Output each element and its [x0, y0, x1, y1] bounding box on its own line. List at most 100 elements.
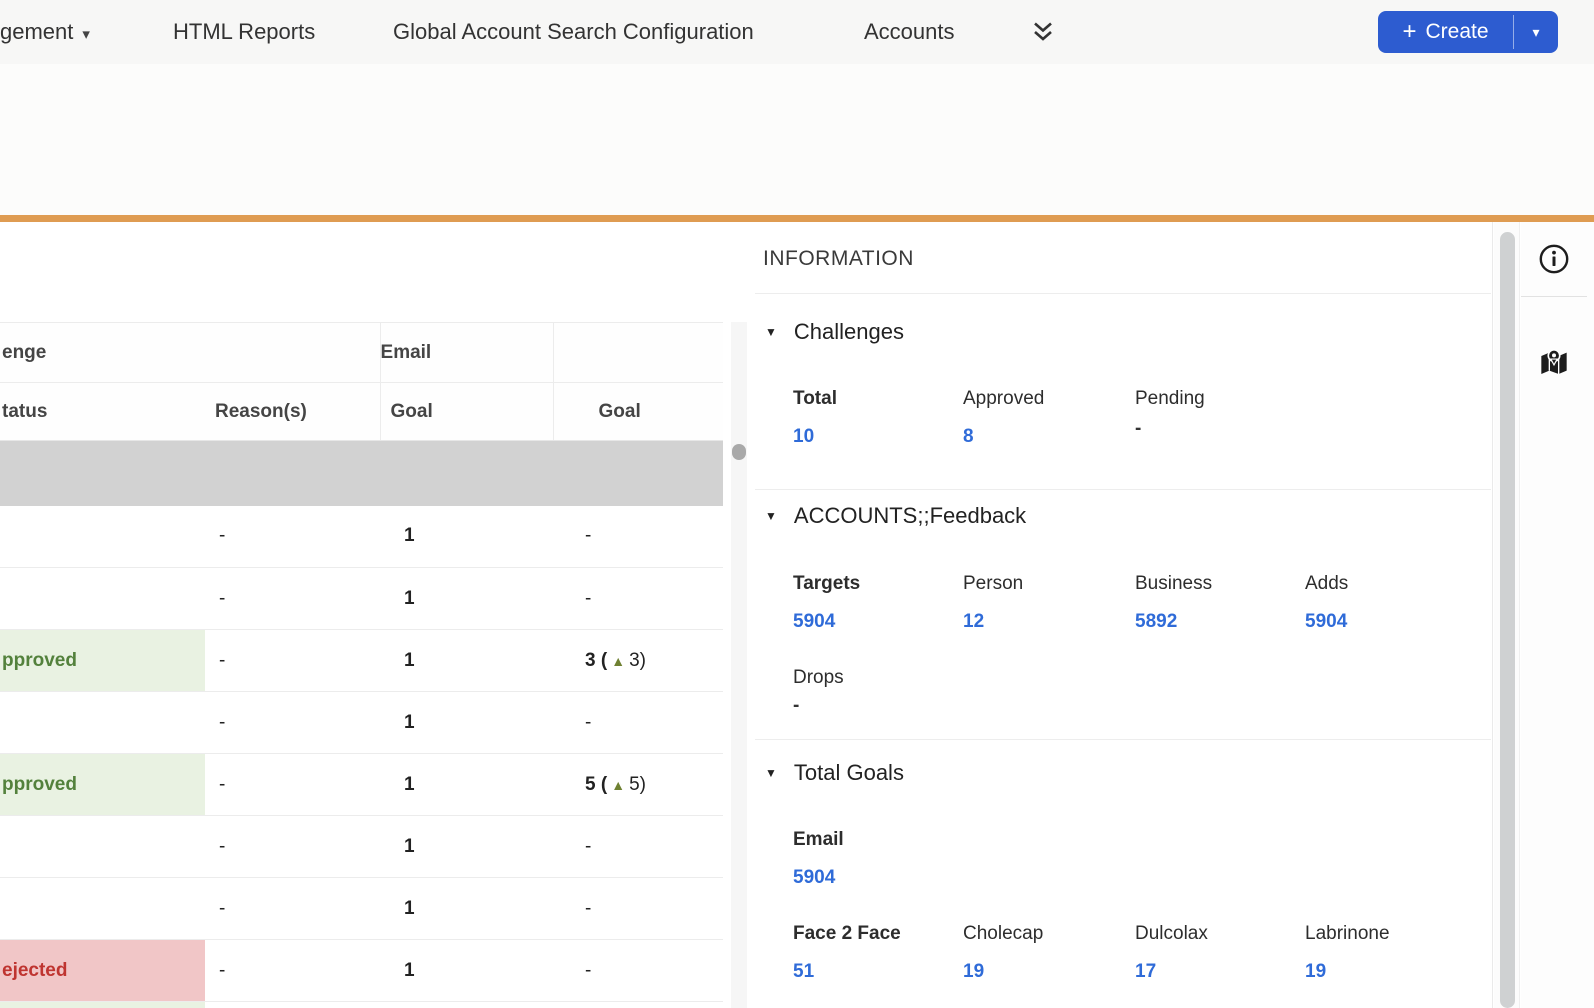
- section-header-accounts-feedback[interactable]: ▼ ACCOUNTS;;Feedback: [765, 503, 1026, 529]
- cell-goal-other: -: [553, 506, 723, 568]
- cell-reasons: -: [205, 754, 380, 816]
- table-row-rejected[interactable]: ejected - 1 -: [0, 940, 723, 1002]
- nav-overflow-button[interactable]: [1030, 21, 1056, 48]
- stat-value-dulcolax[interactable]: 17: [1135, 961, 1156, 983]
- goal-delta-value: 3: [629, 650, 640, 671]
- cell-goal-other: -: [553, 816, 723, 878]
- goal-delta-close: ): [640, 650, 646, 671]
- accent-divider-horizontal: [0, 215, 1594, 222]
- top-navbar: gement ▾ HTML Reports Global Account Sear…: [0, 0, 1594, 64]
- section-header-challenges[interactable]: ▼ Challenges: [765, 319, 904, 345]
- cell-goal-email: 1: [380, 506, 553, 568]
- app-window: gement ▾ HTML Reports Global Account Sear…: [0, 0, 1594, 1008]
- table-row[interactable]: - 1 -: [0, 816, 723, 878]
- table-group-row[interactable]: [0, 441, 723, 506]
- panel-scrollbar-thumb[interactable]: [1500, 232, 1515, 1008]
- map-with-pin-icon: [1538, 346, 1570, 378]
- map-tab-button[interactable]: [1521, 326, 1587, 398]
- table-row[interactable]: - 1 -: [0, 506, 723, 568]
- nav-item-html-reports-label: HTML Reports: [173, 19, 315, 44]
- nav-item-global-account-search-config-label: Global Account Search Configuration: [393, 19, 754, 44]
- nav-item-accounts-label: Accounts: [864, 19, 955, 44]
- cell-goal-other: [553, 1002, 723, 1008]
- cell-reasons: -: [205, 940, 380, 1002]
- panel-divider: [755, 293, 1491, 294]
- stat-label-adds: Adds: [1305, 573, 1348, 595]
- cell-reasons: -: [205, 692, 380, 754]
- stat-value-face2face[interactable]: 51: [793, 961, 814, 983]
- information-tab-button[interactable]: [1521, 222, 1587, 297]
- chevron-down-icon: ▾: [82, 26, 90, 43]
- cell-reasons: -: [205, 506, 380, 568]
- stat-value-approved[interactable]: 8: [963, 426, 974, 448]
- stat-value-email[interactable]: 5904: [793, 867, 835, 889]
- cell-reasons: -: [205, 878, 380, 940]
- collapse-triangle-icon: ▼: [765, 325, 777, 339]
- goal-delta-close: ): [640, 774, 646, 795]
- cell-status: [0, 816, 205, 878]
- table-row[interactable]: - 1 -: [0, 568, 723, 630]
- cell-goal-email: 1: [380, 940, 553, 1002]
- stat-label-business: Business: [1135, 573, 1212, 595]
- cell-reasons: [205, 1002, 380, 1008]
- column-header-status: tatus: [0, 383, 205, 441]
- table-scrollbar-thumb[interactable]: [732, 444, 746, 460]
- panel-divider: [755, 489, 1491, 490]
- nav-item-management[interactable]: gement ▾: [0, 0, 90, 64]
- cell-reasons: -: [205, 630, 380, 692]
- nav-item-html-reports[interactable]: HTML Reports: [173, 0, 315, 64]
- stat-label-person: Person: [963, 573, 1023, 595]
- panel-divider: [755, 739, 1491, 740]
- section-title: ACCOUNTS;;Feedback: [794, 503, 1026, 529]
- section-header-total-goals[interactable]: ▼ Total Goals: [765, 760, 904, 786]
- cell-goal-other: -: [553, 692, 723, 754]
- information-panel: INFORMATION ▼ Challenges Total 10 Approv…: [755, 222, 1493, 1008]
- right-icon-rail: [1521, 222, 1594, 1008]
- cell-goal-other: -: [553, 568, 723, 630]
- table-row[interactable]: - 1 -: [0, 692, 723, 754]
- chevron-down-icon: ▾: [1532, 24, 1539, 41]
- goal-value: 5: [585, 774, 596, 795]
- section-title: Total Goals: [794, 760, 904, 786]
- stat-value-person[interactable]: 12: [963, 611, 984, 633]
- stat-label-email: Email: [793, 829, 844, 851]
- column-header-reasons: Reason(s): [205, 383, 380, 441]
- cell-goal-other: 5 (▲5): [553, 754, 723, 816]
- cell-reasons: -: [205, 816, 380, 878]
- table-row[interactable]: - 1 -: [0, 878, 723, 940]
- create-button[interactable]: + Create: [1378, 11, 1513, 53]
- cell-status: [0, 568, 205, 630]
- create-split-button: + Create ▾: [1378, 11, 1558, 53]
- stat-value-cholecap[interactable]: 19: [963, 961, 984, 983]
- information-panel-title: INFORMATION: [763, 247, 914, 271]
- group-header-email: Email: [380, 323, 553, 383]
- create-dropdown-button[interactable]: ▾: [1514, 11, 1558, 53]
- double-chevron-down-icon: [1030, 21, 1056, 43]
- table-row-partial[interactable]: [0, 1002, 723, 1008]
- stat-value-total[interactable]: 10: [793, 426, 814, 448]
- delta-up-icon: ▲: [607, 777, 629, 793]
- cell-goal-email: [380, 1002, 553, 1008]
- nav-item-global-account-search-config[interactable]: Global Account Search Configuration: [393, 0, 754, 64]
- stat-value-business[interactable]: 5892: [1135, 611, 1177, 633]
- cell-goal-email: 1: [380, 816, 553, 878]
- stat-label-drops: Drops: [793, 667, 844, 689]
- table-scrollbar-track[interactable]: [731, 322, 747, 1008]
- stat-label-total: Total: [793, 388, 837, 410]
- stat-value-labrinone[interactable]: 19: [1305, 961, 1326, 983]
- stat-label-face2face: Face 2 Face: [793, 923, 901, 945]
- table-row-approved[interactable]: pproved - 1 5 (▲5): [0, 754, 723, 816]
- stat-label-targets: Targets: [793, 573, 860, 595]
- column-header-goal-email: Goal: [380, 383, 553, 441]
- cell-status: [0, 692, 205, 754]
- section-title: Challenges: [794, 319, 904, 345]
- nav-item-management-label: gement: [0, 19, 73, 44]
- nav-item-accounts[interactable]: Accounts: [864, 0, 955, 64]
- table-row-approved[interactable]: pproved - 1 3 (▲3): [0, 630, 723, 692]
- create-button-label: Create: [1425, 20, 1488, 44]
- stat-value-adds[interactable]: 5904: [1305, 611, 1347, 633]
- stat-value-targets[interactable]: 5904: [793, 611, 835, 633]
- cell-status-approved: pproved: [0, 630, 205, 692]
- cell-goal-email: 1: [380, 754, 553, 816]
- cell-status: [0, 878, 205, 940]
